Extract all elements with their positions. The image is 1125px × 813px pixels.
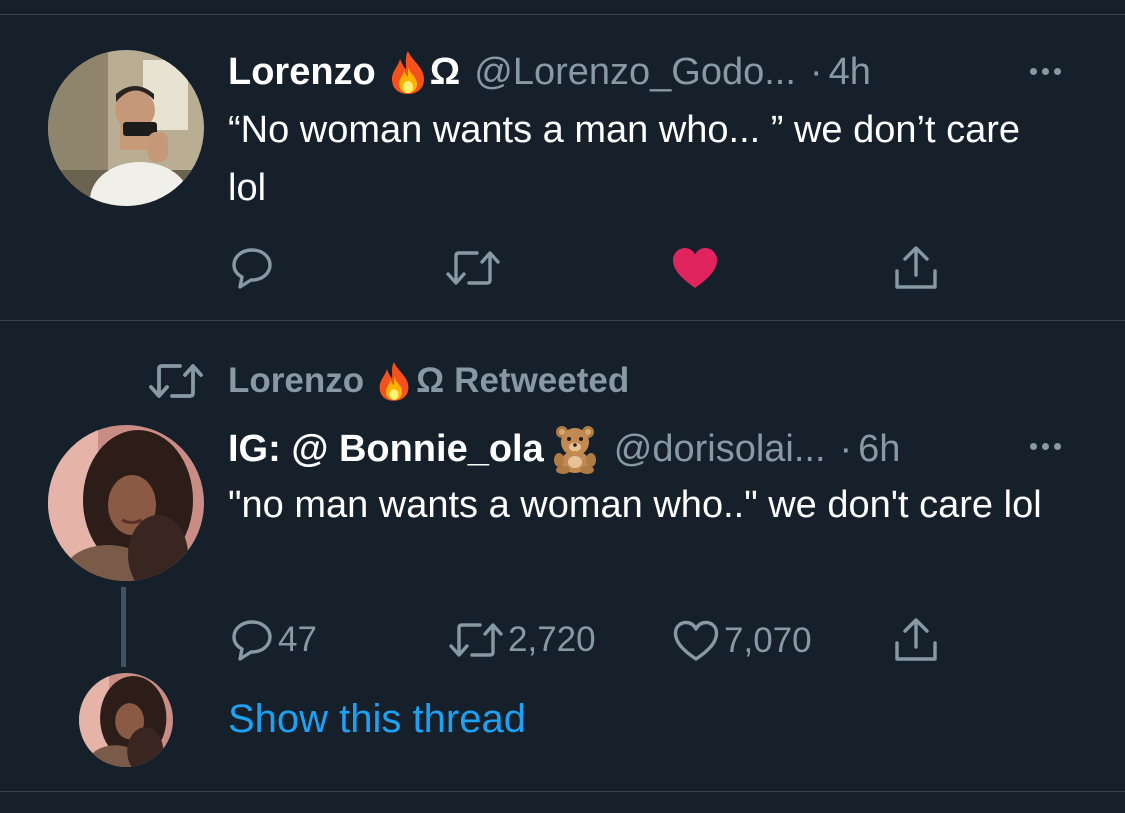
display-name[interactable]: IG: @ Bonnie_ola bbox=[228, 427, 544, 471]
avatar-lorenzo-image bbox=[48, 50, 204, 206]
reply-icon bbox=[232, 620, 272, 661]
fire-emoji-icon bbox=[388, 49, 428, 95]
tweet-header: Lorenzo Ω @Lorenzo_Godo... · 4h bbox=[228, 49, 871, 95]
tweet-header: IG: @ Bonnie_ola @dorisolai... · 6h bbox=[228, 424, 900, 474]
reply-icon bbox=[232, 248, 272, 289]
reply-button[interactable]: 47 bbox=[230, 618, 317, 662]
separator-dot: · bbox=[809, 51, 823, 93]
bottom-divider bbox=[0, 791, 1125, 792]
heart-outline-icon bbox=[673, 620, 719, 661]
thread-avatar-bonnie[interactable] bbox=[79, 673, 173, 767]
teddy-bear-emoji-icon bbox=[548, 424, 602, 474]
avatar-bonnie-image bbox=[48, 425, 204, 581]
retweet-icon bbox=[446, 251, 500, 285]
retweeted-banner[interactable]: Lorenzo Ω Retweeted bbox=[148, 360, 629, 402]
avatar-lorenzo[interactable] bbox=[48, 50, 204, 206]
retweet-icon bbox=[449, 623, 503, 657]
retweeted-label: Retweeted bbox=[454, 361, 630, 400]
like-button[interactable]: 7,070 bbox=[672, 619, 812, 663]
reply-count: 47 bbox=[278, 620, 317, 659]
handle[interactable]: @Lorenzo_Godo... bbox=[474, 50, 796, 94]
like-count: 7,070 bbox=[724, 621, 812, 660]
share-icon bbox=[895, 618, 937, 661]
fire-emoji-icon bbox=[376, 360, 412, 402]
retweet-button[interactable] bbox=[445, 248, 501, 288]
avatar-bonnie[interactable] bbox=[48, 425, 204, 581]
like-button[interactable] bbox=[671, 246, 719, 290]
share-icon bbox=[895, 246, 937, 289]
tweet-text: “No woman wants a man who... ” we don’t … bbox=[228, 109, 1021, 209]
show-thread-link[interactable]: Show this thread bbox=[228, 694, 526, 744]
share-button[interactable] bbox=[893, 617, 939, 663]
heart-filled-icon bbox=[673, 248, 717, 288]
separator-dot: · bbox=[839, 428, 853, 470]
omega-symbol: Ω bbox=[429, 51, 461, 93]
thread-connector bbox=[121, 587, 126, 667]
handle[interactable]: @dorisolai... bbox=[614, 427, 826, 471]
retweet-button[interactable]: 2,720 bbox=[448, 620, 596, 660]
timestamp[interactable]: 4h bbox=[829, 50, 871, 94]
omega-symbol: Ω bbox=[416, 361, 445, 400]
retweeter-name[interactable]: Lorenzo bbox=[228, 361, 364, 401]
timestamp[interactable]: 6h bbox=[858, 427, 900, 471]
top-divider bbox=[0, 14, 1125, 15]
reply-button[interactable] bbox=[230, 246, 274, 290]
more-options-icon[interactable] bbox=[1030, 68, 1061, 75]
more-options-icon[interactable] bbox=[1030, 443, 1061, 450]
retweet-icon bbox=[149, 364, 203, 398]
retweet-count: 2,720 bbox=[508, 620, 596, 659]
avatar-bonnie-small-image bbox=[79, 673, 173, 767]
share-button[interactable] bbox=[893, 245, 939, 291]
tweet-text: "no man wants a woman who.." we don't ca… bbox=[228, 484, 1042, 526]
display-name[interactable]: Lorenzo bbox=[228, 50, 376, 94]
tweet-divider bbox=[0, 320, 1125, 321]
